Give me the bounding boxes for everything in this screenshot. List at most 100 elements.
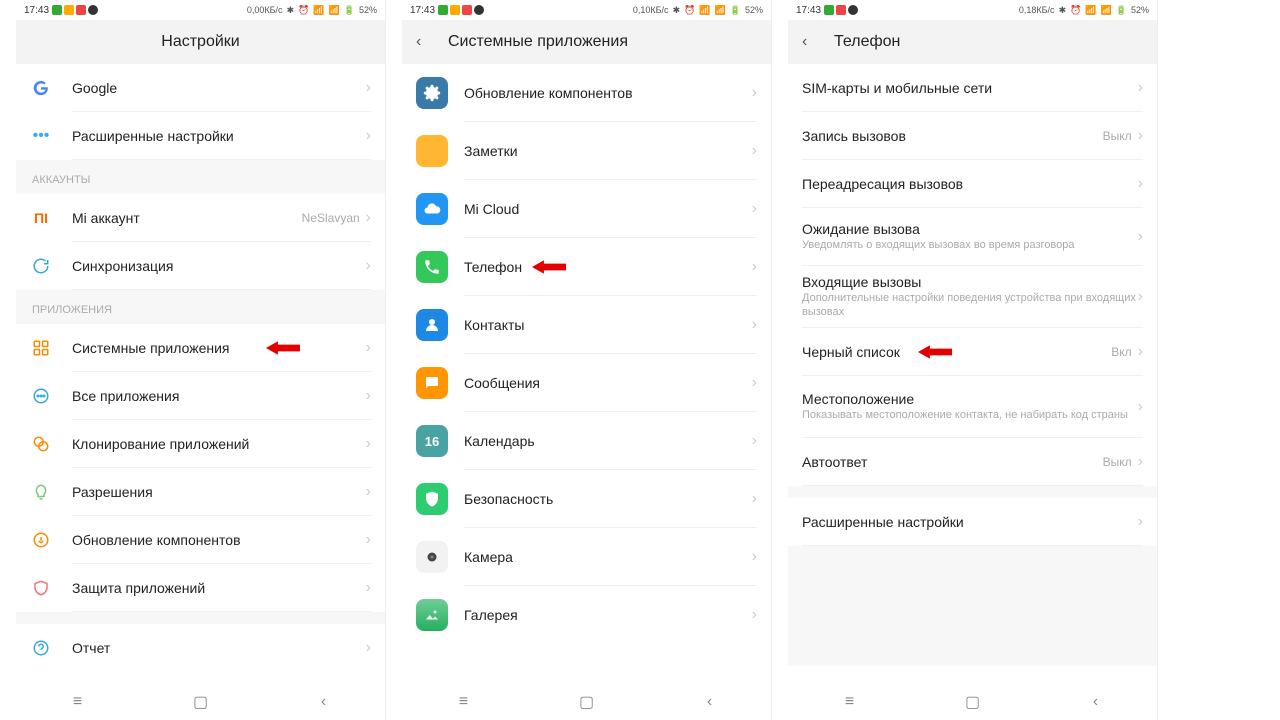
- row-label: Ожидание вызова: [802, 221, 1138, 237]
- row-notes[interactable]: Заметки›: [402, 122, 771, 180]
- row-label: Mi аккаунт: [72, 210, 302, 226]
- alarm-icon: ⏰: [298, 5, 309, 16]
- row-label: Расширенные настройки: [72, 128, 366, 144]
- nav-back[interactable]: ‹: [690, 693, 730, 711]
- alarm-icon: ⏰: [1070, 5, 1081, 16]
- apps-icon: [30, 385, 52, 407]
- row-advanced[interactable]: ••• Расширенные настройки›: [16, 112, 385, 160]
- row-component-update[interactable]: Обновление компонентов›: [16, 516, 385, 564]
- row-messages[interactable]: Сообщения›: [402, 354, 771, 412]
- row-label: Галерея: [464, 607, 752, 623]
- header: ‹ Телефон: [788, 20, 1157, 64]
- row-label: Входящие вызовы: [802, 274, 1138, 290]
- chevron-right-icon: ›: [1138, 453, 1143, 471]
- nav-back[interactable]: ‹: [304, 693, 344, 711]
- row-advanced[interactable]: Расширенные настройки›: [788, 498, 1157, 546]
- row-app-protection[interactable]: Защита приложений›: [16, 564, 385, 612]
- mi-icon: ΠΙ: [30, 207, 52, 229]
- row-all-apps[interactable]: Все приложения›: [16, 372, 385, 420]
- chevron-right-icon: ›: [366, 209, 371, 227]
- signal-icon: 📶: [1101, 5, 1112, 16]
- row-label: Запись вызовов: [802, 128, 1103, 144]
- calendar-icon: 16: [416, 425, 448, 457]
- chevron-right-icon: ›: [1138, 288, 1143, 306]
- row-clone-apps[interactable]: Клонирование приложений›: [16, 420, 385, 468]
- row-sim[interactable]: SIM-карты и мобильные сети›: [788, 64, 1157, 112]
- nav-home[interactable]: ▢: [181, 692, 221, 712]
- battery-icon: 🔋: [1116, 5, 1127, 16]
- chevron-right-icon: ›: [752, 142, 757, 160]
- google-icon: [30, 77, 52, 99]
- chevron-right-icon: ›: [752, 258, 757, 276]
- page-title: Настройки: [161, 33, 239, 51]
- nav-recent[interactable]: ≡: [58, 693, 98, 711]
- row-label: Черный список: [802, 344, 1111, 360]
- row-label: Контакты: [464, 317, 752, 333]
- row-system-apps[interactable]: Системные приложения›: [16, 324, 385, 372]
- alarm-icon: ⏰: [684, 5, 695, 16]
- row-call-waiting[interactable]: Ожидание вызоваУведомлять о входящих выз…: [788, 208, 1157, 266]
- bluetooth-icon: ✱: [673, 5, 681, 16]
- nav-back[interactable]: ‹: [1076, 693, 1116, 711]
- row-label: Обновление компонентов: [72, 532, 366, 548]
- row-label: Отчет: [72, 640, 366, 656]
- status-notif-icons: [438, 5, 484, 15]
- back-button[interactable]: ‹: [416, 33, 440, 51]
- row-label: Календарь: [464, 433, 752, 449]
- row-location[interactable]: Местоположение Показывать местоположение …: [788, 376, 1157, 438]
- row-camera[interactable]: Камера›: [402, 528, 771, 586]
- row-mi-account[interactable]: ΠΙ Mi аккаунтNeSlavyan›: [16, 194, 385, 242]
- row-label: Телефон: [464, 259, 752, 275]
- row-auto-answer[interactable]: АвтоответВыкл›: [788, 438, 1157, 486]
- row-label: Местоположение: [802, 391, 1138, 407]
- chevron-right-icon: ›: [752, 490, 757, 508]
- nav-recent[interactable]: ≡: [830, 693, 870, 711]
- chevron-right-icon: ›: [752, 316, 757, 334]
- row-call-record[interactable]: Запись вызововВыкл›: [788, 112, 1157, 160]
- row-gallery[interactable]: Галерея›: [402, 586, 771, 644]
- settings-list: Google› ••• Расширенные настройки› АККАУ…: [16, 64, 385, 684]
- row-value: Выкл: [1103, 455, 1132, 469]
- apps-list: Обновление компонентов› Заметки› Mi Clou…: [402, 64, 771, 684]
- row-calendar[interactable]: 16 Календарь›: [402, 412, 771, 470]
- row-forwarding[interactable]: Переадресация вызовов›: [788, 160, 1157, 208]
- bulb-icon: [30, 481, 52, 503]
- chevron-right-icon: ›: [752, 200, 757, 218]
- row-google[interactable]: Google›: [16, 64, 385, 112]
- dots-icon: •••: [30, 125, 52, 147]
- row-sub: Показывать местоположение контакта, не н…: [802, 409, 1138, 422]
- row-phone[interactable]: Телефон›: [402, 238, 771, 296]
- row-mi-cloud[interactable]: Mi Cloud›: [402, 180, 771, 238]
- row-label: Заметки: [464, 143, 752, 159]
- chat-icon: [416, 367, 448, 399]
- chevron-right-icon: ›: [752, 606, 757, 624]
- row-report[interactable]: Отчет›: [16, 624, 385, 672]
- cloud-icon: [416, 193, 448, 225]
- wifi-icon: 📶: [1085, 5, 1096, 16]
- nav-home[interactable]: ▢: [953, 692, 993, 712]
- row-update-components[interactable]: Обновление компонентов›: [402, 64, 771, 122]
- row-security[interactable]: Безопасность›: [402, 470, 771, 528]
- nav-bar: ≡ ▢ ‹: [788, 684, 1157, 720]
- row-label: Синхронизация: [72, 258, 366, 274]
- section-accounts: АККАУНТЫ: [16, 160, 385, 194]
- nav-recent[interactable]: ≡: [444, 693, 484, 711]
- row-permissions[interactable]: Разрешения›: [16, 468, 385, 516]
- row-contacts[interactable]: Контакты›: [402, 296, 771, 354]
- row-sync[interactable]: Синхронизация›: [16, 242, 385, 290]
- chevron-right-icon: ›: [752, 374, 757, 392]
- notes-icon: [416, 135, 448, 167]
- status-data-rate: 0,18КБ/с: [1019, 5, 1055, 15]
- chevron-right-icon: ›: [752, 548, 757, 566]
- chevron-right-icon: ›: [366, 639, 371, 657]
- row-blacklist[interactable]: Черный списокВкл›: [788, 328, 1157, 376]
- settings-screen: 17:43 0,00КБ/с ✱ ⏰ 📶 📶 🔋 52% Настройки G…: [16, 0, 386, 720]
- chevron-right-icon: ›: [1138, 513, 1143, 531]
- bluetooth-icon: ✱: [1059, 5, 1067, 16]
- back-button[interactable]: ‹: [802, 33, 826, 51]
- row-label: Системные приложения: [72, 340, 366, 356]
- nav-home[interactable]: ▢: [567, 692, 607, 712]
- chevron-right-icon: ›: [366, 435, 371, 453]
- row-incoming[interactable]: Входящие вызовыДополнительные настройки …: [788, 266, 1157, 328]
- row-label: Расширенные настройки: [802, 514, 1138, 530]
